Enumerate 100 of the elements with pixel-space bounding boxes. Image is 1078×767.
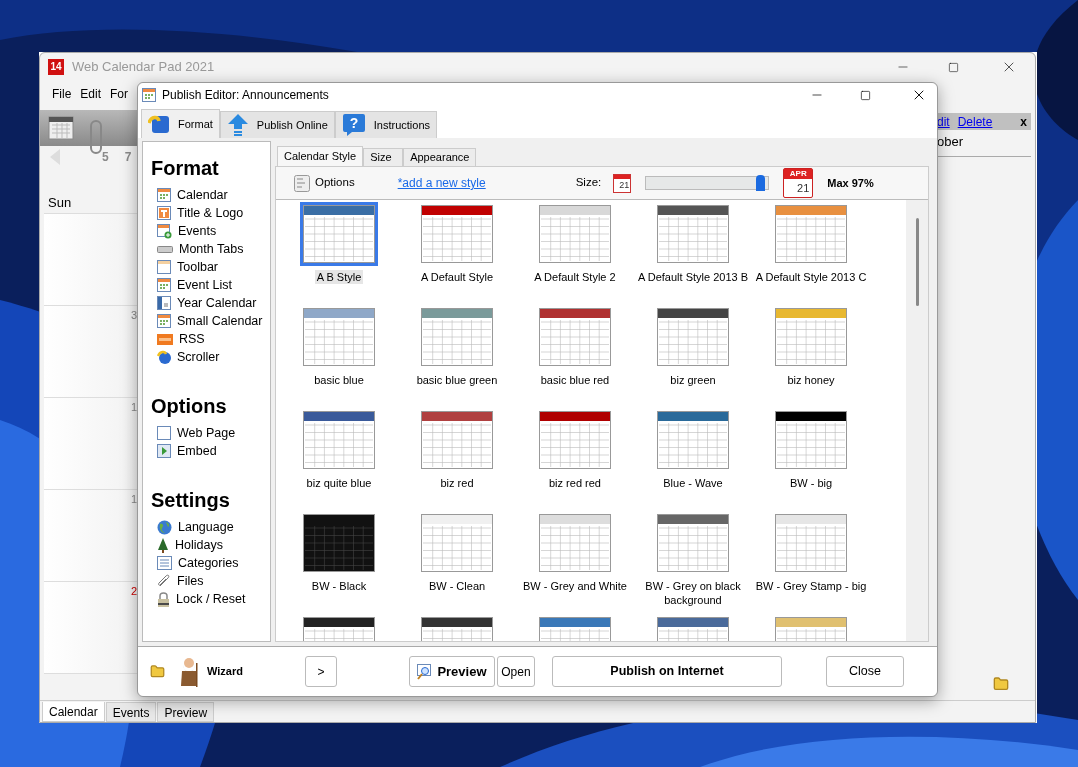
publish-button[interactable]: Publish on Internet (551, 656, 782, 687)
calendar-thumbnail (657, 411, 729, 469)
embed-icon (157, 444, 171, 458)
style-thumbnail[interactable] (654, 511, 732, 575)
style-thumbnail[interactable] (536, 511, 614, 575)
preview-button[interactable]: Preview (408, 656, 495, 687)
open-button[interactable]: Open (496, 656, 535, 687)
maximize-icon[interactable] (948, 61, 959, 73)
calendar-thumbnail (775, 514, 847, 572)
style-thumbnail[interactable] (772, 202, 850, 266)
sidebar-item[interactable]: Categories (178, 553, 239, 573)
sidebar-item[interactable]: Lock / Reset (176, 589, 246, 609)
tab[interactable]: Calendar Style (277, 146, 364, 166)
style-thumbnail[interactable] (418, 511, 496, 575)
next-button[interactable]: > (304, 656, 337, 687)
style-thumbnail[interactable] (300, 202, 378, 266)
sidebar-item[interactable]: Scroller (177, 347, 220, 367)
size-label: Size: (575, 175, 602, 191)
style-thumbnail[interactable] (772, 511, 850, 575)
style-thumbnail[interactable] (772, 305, 850, 369)
link[interactable]: Delete (957, 112, 993, 131)
sidebar-item[interactable]: Holidays (175, 535, 223, 555)
menu-item[interactable]: For (110, 85, 129, 103)
calendar-thumbnail (539, 205, 611, 263)
paperclip-icon (157, 574, 171, 588)
style-thumbnail[interactable] (772, 408, 850, 472)
style-thumbnail[interactable] (654, 202, 732, 266)
section-heading: Options (151, 394, 228, 418)
sidebar-item[interactable]: RSS (179, 329, 205, 349)
maximize-icon[interactable] (860, 89, 871, 101)
folder-icon[interactable] (150, 664, 165, 679)
menu-item[interactable]: Edit (80, 85, 102, 103)
sidebar-item[interactable]: Month Tabs (179, 239, 244, 259)
calendar-thumbnail (421, 308, 493, 366)
sidebar-item[interactable]: Event List (177, 275, 232, 295)
calendar-plus-icon (157, 223, 172, 239)
style-thumbnail[interactable] (418, 202, 496, 266)
sidebar-item[interactable]: Year Calendar (177, 293, 257, 313)
lock-icon (157, 591, 170, 607)
scrollbar-thumb[interactable] (915, 218, 919, 306)
section-heading: Format (151, 156, 220, 180)
window-icon (157, 296, 171, 310)
day-number: 2 (130, 584, 138, 599)
tab[interactable]: Events (105, 702, 157, 722)
tree-icon (157, 537, 169, 553)
size-slider[interactable] (645, 176, 770, 190)
list-icon (157, 556, 172, 570)
style-thumbnail[interactable] (418, 305, 496, 369)
calendar-thumbnail (657, 514, 729, 572)
sidebar-item[interactable]: Web Page (177, 423, 236, 443)
sidebar-item[interactable]: Events (178, 221, 217, 241)
sidebar-item[interactable]: Toolbar (177, 257, 218, 277)
style-thumbnail[interactable] (300, 408, 378, 472)
day-number: 1 (130, 492, 138, 507)
style-name: A Default Style 2013 C (754, 270, 868, 284)
scroller-icon (148, 113, 170, 135)
style-name: BW - Black (310, 579, 368, 593)
window-icon (157, 260, 171, 274)
wizard-figure-icon[interactable] (179, 656, 199, 687)
style-thumbnail[interactable] (536, 202, 614, 266)
dialog-title: Publish Editor: Announcements (162, 87, 329, 104)
style-thumbnail[interactable] (536, 305, 614, 369)
calendar-icon (157, 314, 171, 328)
tab[interactable]: Format (141, 109, 220, 138)
tab[interactable]: Size (363, 148, 404, 166)
style-name: biz red (439, 476, 475, 490)
style-name: A Default Style 2013 B (636, 270, 750, 284)
link[interactable]: dit (937, 112, 950, 131)
calendar-thumbnail (421, 514, 493, 572)
calendar-thumbnail (303, 514, 375, 572)
tab[interactable]: Appearance (403, 148, 477, 166)
add-style-link[interactable]: *add a new style (397, 174, 486, 192)
folder-icon[interactable] (993, 676, 1009, 692)
sidebar-item[interactable]: Title & Logo (177, 203, 244, 223)
style-thumbnail[interactable] (654, 305, 732, 369)
style-thumbnail[interactable] (654, 408, 732, 472)
close-panel-button[interactable]: x (1020, 112, 1031, 131)
style-thumbnail[interactable] (300, 511, 378, 575)
day-header: Sun (48, 195, 73, 211)
style-name: basic blue green (415, 373, 499, 387)
tab[interactable]: Publish Online (219, 111, 335, 138)
menu-item[interactable]: File (52, 85, 72, 103)
style-thumbnail[interactable] (300, 305, 378, 369)
sidebar-item[interactable]: Calendar (177, 185, 228, 205)
sidebar-item[interactable]: Embed (177, 441, 217, 461)
style-thumbnail[interactable] (536, 408, 614, 472)
window-title: Web Calendar Pad 2021 (72, 58, 215, 77)
slider-thumb[interactable] (755, 175, 765, 191)
tab[interactable]: Calendar (42, 702, 105, 722)
app-icon: 14 (48, 59, 64, 75)
options-button[interactable]: Options (315, 174, 355, 192)
sidebar-item[interactable]: Small Calendar (177, 311, 263, 331)
close-button[interactable]: Close (825, 656, 904, 687)
tab[interactable]: ? Instructions (334, 111, 438, 138)
sidebar-item[interactable]: Files (177, 571, 204, 591)
style-thumbnail[interactable] (418, 408, 496, 472)
style-name: BW - Grey Stamp - big (754, 579, 868, 593)
tab[interactable]: Preview (157, 702, 215, 722)
sidebar-item[interactable]: Language (178, 517, 234, 537)
style-name: Blue - Wave (662, 476, 724, 490)
